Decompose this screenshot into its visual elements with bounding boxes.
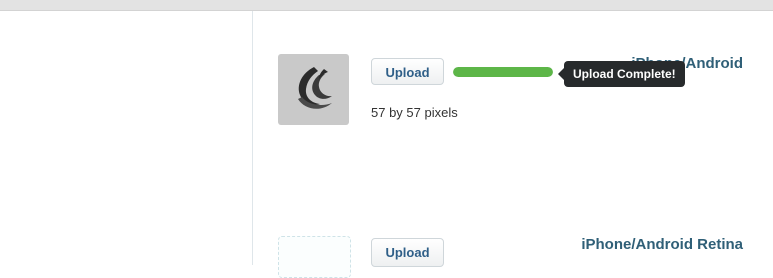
upload-progress-fill xyxy=(453,67,553,77)
upload-status-tooltip: Upload Complete! xyxy=(558,61,685,87)
upload-progress-bar xyxy=(453,67,553,77)
label-column xyxy=(0,11,252,265)
upload-button-retina[interactable]: Upload xyxy=(371,238,444,267)
top-border xyxy=(0,0,773,11)
empty-image-placeholder xyxy=(278,236,351,278)
swoosh-logo-icon xyxy=(298,67,332,109)
uploaded-image-thumbnail xyxy=(278,54,349,125)
column-divider xyxy=(252,11,253,265)
upload-button[interactable]: Upload xyxy=(371,58,444,85)
row-label-iphone-android-retina: iPhone/Android Retina xyxy=(581,236,743,253)
image-dimensions-text: 57 by 57 pixels xyxy=(371,105,458,120)
